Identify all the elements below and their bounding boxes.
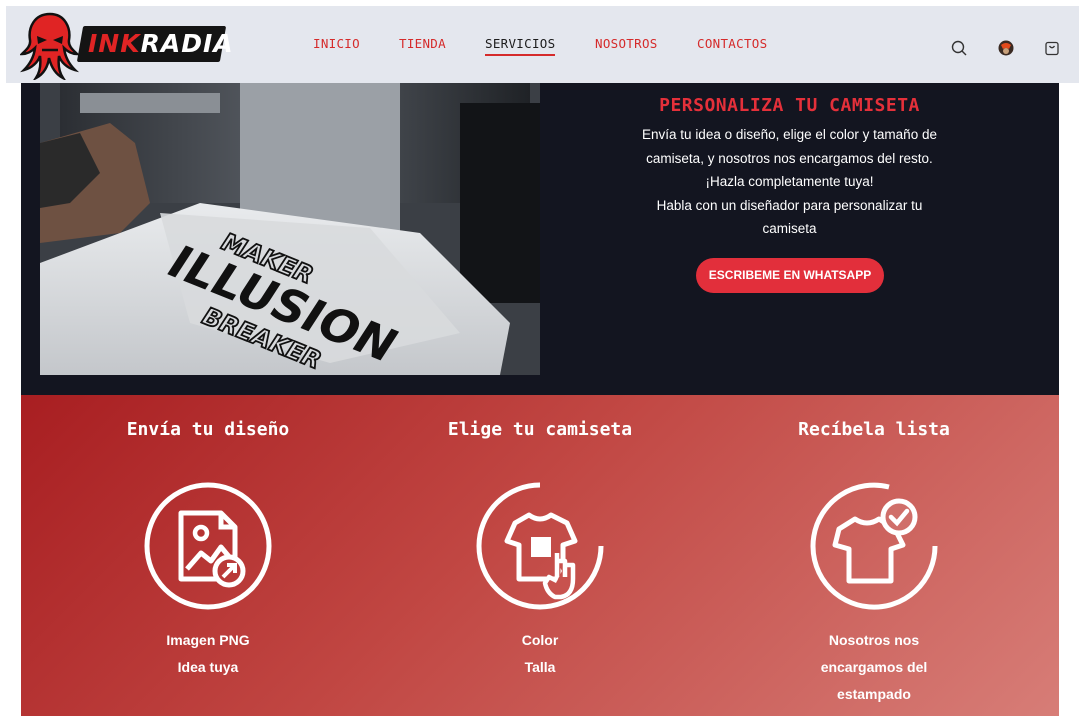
nav-servicios[interactable]: SERVICIOS	[485, 36, 556, 56]
nav-nosotros[interactable]: NOSOTROS	[595, 36, 658, 51]
site-header: INKRADIA INICIO TIENDA SERVICIOS NOSOTRO…	[6, 6, 1079, 83]
step-choose-shirt: Elige tu camiseta Color Talla	[390, 395, 690, 716]
hero-description: Envía tu idea o diseño, elige el color y…	[642, 127, 937, 236]
octopus-mascot-icon	[20, 12, 80, 80]
step-title: Recíbela lista	[798, 419, 950, 440]
nav-inicio[interactable]: INICIO	[313, 36, 360, 51]
search-icon[interactable]	[950, 39, 968, 57]
logo-wordmark: INKRADIA	[76, 26, 234, 62]
step-title: Elige tu camiseta	[447, 419, 633, 440]
step-send-design: Envía tu diseño Imagen PNG Idea tuya	[58, 395, 358, 716]
process-steps: Envía tu diseño Imagen PNG Idea tuya Eli…	[21, 395, 1059, 716]
tshirt-tap-icon	[476, 482, 604, 610]
step-receive-ready: Recíbela lista Nosotros nos encargamos d…	[724, 395, 1024, 716]
hero-title: PERSONALIZA TU CAMISETA	[659, 95, 920, 116]
step-description: Nosotros nos encargamos del estampado	[820, 632, 928, 702]
nav-contactos[interactable]: CONTACTOS	[697, 36, 767, 51]
heat-press-photo: MAKER ILLUSION BREAKER	[40, 83, 540, 375]
step-title: Envía tu diseño	[126, 419, 290, 440]
whatsapp-button[interactable]: ESCRIBEME EN WHATSAPP	[696, 258, 884, 293]
cart-icon[interactable]	[1043, 39, 1061, 57]
user-avatar[interactable]	[997, 39, 1015, 57]
image-upload-icon	[144, 482, 272, 610]
step-description: Color Talla	[521, 632, 559, 675]
customize-hero: MAKER ILLUSION BREAKER PERSONALIZA TU CA…	[21, 83, 1059, 395]
nav-tienda[interactable]: TIENDA	[399, 36, 446, 51]
tshirt-check-icon	[810, 482, 938, 610]
heat-press-illustration: MAKER ILLUSION BREAKER	[40, 83, 540, 375]
inkradia-logo[interactable]: INKRADIA	[20, 10, 234, 80]
step-description: Imagen PNG Idea tuya	[166, 632, 250, 675]
